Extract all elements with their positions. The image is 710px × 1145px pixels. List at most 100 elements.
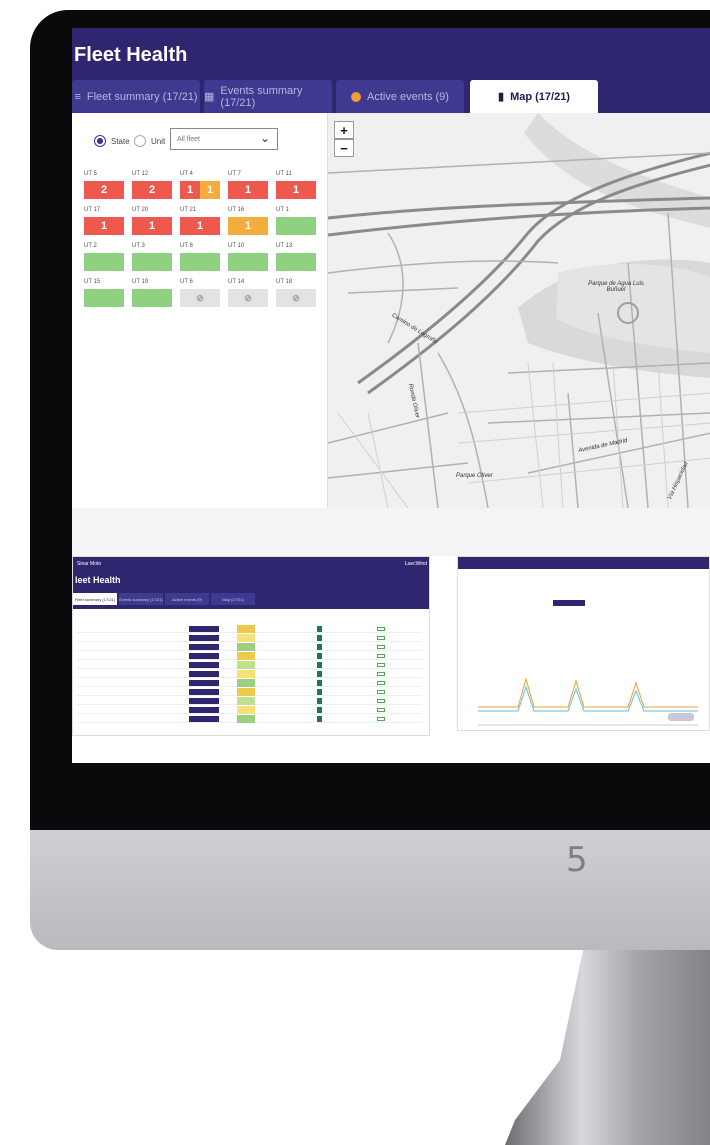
- unit-cell[interactable]: UT 12 2: [132, 171, 172, 199]
- tab-label: Active events (9): [367, 90, 449, 103]
- unit-cell[interactable]: UT 3: [132, 243, 172, 271]
- unit-cell[interactable]: UT 14 ⊘: [228, 279, 268, 307]
- unit-cell[interactable]: UT 13: [276, 243, 316, 271]
- bottom-strip: [72, 736, 710, 763]
- calendar-icon: ▦: [204, 91, 215, 103]
- table-row: [77, 643, 422, 651]
- unit-label: UT 10: [228, 243, 245, 249]
- status-pill: [189, 680, 219, 686]
- zoom-in-button[interactable]: +: [334, 121, 354, 139]
- battery-icon: [317, 680, 322, 686]
- unit-cell[interactable]: UT 11 1: [276, 171, 316, 199]
- unit-cell[interactable]: UT 18 ⊘: [276, 279, 316, 307]
- brand-logo-right: LaecWind: [404, 561, 427, 567]
- status-indicator: [377, 699, 385, 703]
- battery-icon: [317, 689, 322, 695]
- unit-status-tile: [276, 253, 316, 271]
- unit-label: UT 6: [180, 279, 193, 285]
- table-row: [77, 715, 422, 723]
- event-count: 2: [132, 181, 172, 199]
- status-indicator: [377, 672, 385, 676]
- heat-cell: [237, 643, 255, 651]
- table-row: [77, 670, 422, 678]
- unit-status-tile: [132, 253, 172, 271]
- status-pill: [189, 689, 219, 695]
- unit-label: UT 7: [228, 171, 241, 177]
- status-pill: [189, 644, 219, 650]
- status-pill: [189, 707, 219, 713]
- unit-cell[interactable]: UT 7 1: [228, 171, 268, 199]
- thumbnail-nav: [458, 557, 709, 569]
- tab-active-events[interactable]: Active events (9): [336, 80, 464, 113]
- unit-cell[interactable]: UT 16 1: [228, 207, 268, 235]
- thumbnail-button: [668, 713, 694, 721]
- status-pill: [189, 671, 219, 677]
- unit-status-tile: 1: [276, 181, 316, 199]
- tab-fleet-summary[interactable]: ≡ Fleet summary (17/21): [72, 80, 200, 113]
- tab-events-summary[interactable]: ▦ Events summary (17/21): [204, 80, 332, 113]
- zoom-out-button[interactable]: −: [334, 139, 354, 157]
- mini-tab: Fleet summary (17/21): [73, 593, 117, 605]
- unit-cell[interactable]: UT 4 11: [180, 171, 220, 199]
- unit-cell[interactable]: UT 19: [132, 279, 172, 307]
- heat-cell: [237, 634, 255, 642]
- table-row: [77, 688, 422, 696]
- section-divider: [72, 508, 710, 556]
- heat-cell: [237, 670, 255, 678]
- status-indicator: [377, 627, 385, 631]
- heat-cell: [237, 679, 255, 687]
- event-count: [228, 253, 268, 271]
- unit-cell[interactable]: UT 15: [84, 279, 124, 307]
- heat-cell: [237, 697, 255, 705]
- unit-status-tile: 1: [180, 217, 220, 235]
- status-pill: [189, 662, 219, 668]
- fleet-select[interactable]: All fleet ⌄: [170, 128, 278, 150]
- table-row: [77, 652, 422, 660]
- list-icon: ≡: [74, 90, 81, 103]
- table-row: [77, 679, 422, 687]
- app-header: Fleet Health ≡ Fleet summary (17/21) ▦ E…: [72, 28, 710, 113]
- unit-label: UT 12: [132, 171, 149, 177]
- radio-state[interactable]: State: [94, 135, 130, 147]
- map-view[interactable]: + − Parque de Agua Luis Buñuel Camino de…: [327, 113, 710, 508]
- unit-cell[interactable]: UT 6 ⊘: [180, 279, 220, 307]
- unit-cell[interactable]: UT 1: [276, 207, 316, 235]
- unit-cell[interactable]: UT 17 1: [84, 207, 124, 235]
- battery-icon: [317, 662, 322, 668]
- event-count: 1: [84, 217, 124, 235]
- tab-map[interactable]: ▮ Map (17/21): [470, 80, 598, 113]
- unit-cell[interactable]: UT 10: [228, 243, 268, 271]
- event-count: [84, 253, 124, 271]
- event-count: 1: [180, 181, 200, 199]
- heat-cell: [237, 706, 255, 714]
- tab-label: Fleet summary (17/21): [86, 90, 198, 103]
- table-row: [77, 661, 422, 669]
- unit-status-tile: [228, 253, 268, 271]
- unit-status-tile: 1: [228, 181, 268, 199]
- radio-unit[interactable]: Unit: [134, 135, 165, 147]
- unit-cell[interactable]: UT 2: [84, 243, 124, 271]
- unit-status-tile: 2: [84, 181, 124, 199]
- monitor-screen: Fleet Health ≡ Fleet summary (17/21) ▦ E…: [72, 28, 710, 763]
- unit-cell[interactable]: UT 20 1: [132, 207, 172, 235]
- chart-view-thumbnail: [457, 556, 710, 731]
- unit-cell[interactable]: UT 21 1: [180, 207, 220, 235]
- event-count: 1: [180, 217, 220, 235]
- event-count: 1: [228, 181, 268, 199]
- unit-status-tile: 2: [132, 181, 172, 199]
- unit-label: UT 14: [228, 279, 245, 285]
- unit-label: UT 8: [180, 243, 193, 249]
- page-number: 5: [566, 840, 588, 880]
- event-count: [84, 289, 124, 307]
- unit-label: UT 20: [132, 207, 149, 213]
- heat-cell: [237, 715, 255, 723]
- unit-cell[interactable]: UT 5 2: [84, 171, 124, 199]
- no-signal-icon: ⊘: [180, 289, 220, 307]
- status-indicator: [377, 636, 385, 640]
- unit-cell[interactable]: UT 8: [180, 243, 220, 271]
- event-count: [276, 217, 316, 235]
- unit-status-tile: 1: [228, 217, 268, 235]
- status-indicator: [377, 708, 385, 712]
- battery-icon: [317, 716, 322, 722]
- status-indicator: [377, 690, 385, 694]
